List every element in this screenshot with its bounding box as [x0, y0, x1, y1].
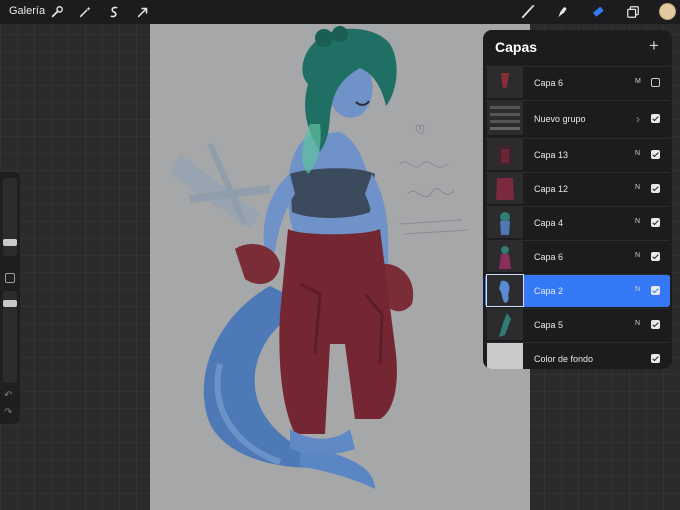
magic-wand-icon[interactable]: [76, 3, 94, 21]
color-swatch-button[interactable]: [659, 3, 676, 20]
layer-visibility-checkbox[interactable]: [651, 286, 660, 295]
layer-thumbnail: [487, 207, 523, 238]
layer-name: Capa 12: [534, 184, 569, 194]
layer-row[interactable]: Capa 4 N: [485, 206, 670, 239]
layer-name: Capa 5: [534, 320, 564, 330]
left-sidebar: ↶ ↷: [0, 172, 20, 424]
brush-icon[interactable]: [519, 3, 537, 21]
layer-thumbnail: [487, 173, 523, 204]
layers-panel-title: Capas: [495, 39, 538, 55]
layer-visibility-checkbox[interactable]: [651, 184, 660, 193]
group-thumbnail: [487, 101, 523, 135]
drawing-canvas[interactable]: [150, 24, 530, 510]
layer-name: Nuevo grupo: [534, 114, 586, 124]
layer-name: Capa 13: [534, 150, 569, 160]
wrench-icon[interactable]: [48, 3, 66, 21]
add-layer-button[interactable]: +: [649, 36, 659, 56]
smudge-icon[interactable]: [553, 3, 571, 21]
handwritten-title: [399, 124, 469, 235]
layer-name: Color de fondo: [534, 354, 594, 364]
layer-thumbnail: [487, 139, 523, 170]
layer-row[interactable]: Capa 6 M: [485, 66, 670, 99]
layer-blend-mode[interactable]: M: [635, 78, 641, 85]
layer-row[interactable]: Capa 6 N: [485, 240, 670, 273]
layer-visibility-checkbox[interactable]: [651, 114, 660, 123]
eraser-icon[interactable]: [589, 3, 607, 21]
background-color-swatch: [487, 343, 523, 369]
selection-s-icon[interactable]: [105, 3, 123, 21]
layers-icon[interactable]: [624, 3, 642, 21]
layer-group-row[interactable]: Nuevo grupo ›: [485, 100, 670, 136]
layer-visibility-checkbox[interactable]: [651, 218, 660, 227]
layer-row[interactable]: Capa 12 N: [485, 172, 670, 205]
layer-row[interactable]: Capa 13 N: [485, 138, 670, 171]
layer-visibility-checkbox[interactable]: [651, 252, 660, 261]
crop-top: [290, 168, 375, 218]
layer-visibility-checkbox[interactable]: [651, 78, 660, 87]
layer-blend-mode[interactable]: N: [635, 150, 640, 157]
layer-thumbnail: [487, 241, 523, 272]
layer-row[interactable]: Capa 5 N: [485, 308, 670, 341]
layer-thumbnail: [487, 309, 523, 340]
layer-visibility-checkbox[interactable]: [651, 354, 660, 363]
top-toolbar: Galería: [0, 0, 680, 24]
pants: [279, 229, 397, 434]
undo-icon[interactable]: ↶: [4, 390, 12, 401]
layer-name: Capa 4: [534, 218, 564, 228]
layer-thumbnail: [486, 274, 524, 307]
layer-name: Capa 6: [534, 252, 564, 262]
gallery-button[interactable]: Galería: [9, 5, 45, 17]
layer-blend-mode[interactable]: N: [635, 320, 640, 327]
layer-blend-mode[interactable]: N: [635, 184, 640, 191]
transform-arrow-icon[interactable]: [134, 3, 152, 21]
chevron-right-icon[interactable]: ›: [636, 112, 640, 126]
artwork-illustration: [170, 26, 469, 489]
layer-thumbnail: [487, 67, 523, 98]
redo-icon[interactable]: ↷: [4, 407, 12, 418]
layer-blend-mode[interactable]: N: [635, 286, 640, 293]
layer-blend-mode[interactable]: N: [635, 252, 640, 259]
modify-button[interactable]: [5, 273, 15, 283]
layer-row-selected[interactable]: Capa 2 N: [485, 274, 670, 307]
layer-visibility-checkbox[interactable]: [651, 150, 660, 159]
layer-name: Capa 2: [534, 286, 564, 296]
opacity-thumb[interactable]: [3, 300, 17, 307]
brush-size-thumb[interactable]: [3, 239, 17, 246]
layers-panel: Capas + Capa 6 M Nuevo grupo › Capa 13 N: [483, 30, 672, 369]
layer-blend-mode[interactable]: N: [635, 218, 640, 225]
layer-visibility-checkbox[interactable]: [651, 320, 660, 329]
background-sketch: [170, 142, 271, 229]
background-color-row[interactable]: Color de fondo: [485, 342, 670, 369]
layer-name: Capa 6: [534, 78, 564, 88]
